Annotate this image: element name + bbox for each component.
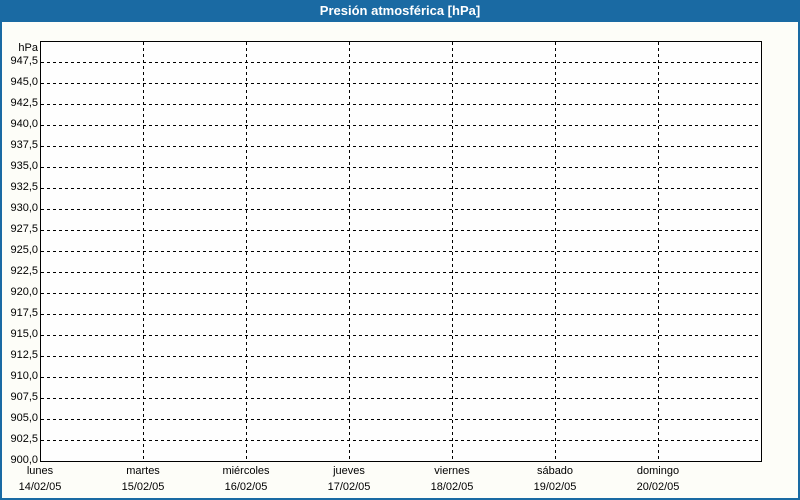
y-tick-label: 937,5 [10, 139, 38, 151]
v-gridline [349, 42, 350, 461]
v-gridline [246, 42, 247, 461]
y-tick-label: 935,0 [10, 160, 38, 172]
h-gridline [41, 125, 761, 126]
y-tick-label: 912,5 [10, 349, 38, 361]
v-gridline [143, 42, 144, 461]
x-day-label: jueves [333, 465, 365, 477]
h-gridline [41, 293, 761, 294]
x-date-label: 15/02/05 [121, 481, 165, 493]
chart-title-bar: Presión atmosférica [hPa] [0, 0, 800, 22]
y-tick-label: 920,0 [10, 286, 38, 298]
x-date-label: 20/02/05 [636, 481, 680, 493]
x-date-label: 18/02/05 [430, 481, 474, 493]
h-gridline [41, 314, 761, 315]
h-gridline [41, 272, 761, 273]
v-gridline [555, 42, 556, 461]
v-gridline [452, 42, 453, 461]
x-day-label: domingo [636, 465, 680, 477]
y-tick-label: 917,5 [10, 307, 38, 319]
y-tick-label: 940,0 [10, 118, 38, 130]
x-day-label: miércoles [222, 465, 270, 477]
y-tick-label: 922,5 [10, 265, 38, 277]
y-tick-label: 945,0 [10, 76, 38, 88]
y-tick-label: 932,5 [10, 181, 38, 193]
y-tick-label: 947,5 [10, 55, 38, 67]
h-gridline [41, 230, 761, 231]
y-tick-label: 907,5 [10, 391, 38, 403]
h-gridline [41, 251, 761, 252]
h-gridline [41, 209, 761, 210]
chart-title: Presión atmosférica [hPa] [319, 3, 481, 18]
y-tick-label: 910,0 [10, 370, 38, 382]
x-date-label: 14/02/05 [18, 481, 62, 493]
x-day-label: sábado [536, 465, 574, 477]
y-tick-label: 942,5 [10, 97, 38, 109]
h-gridline [41, 62, 761, 63]
h-gridline [41, 83, 761, 84]
h-gridline [41, 104, 761, 105]
y-tick-label: 902,5 [10, 433, 38, 445]
h-gridline [41, 356, 761, 357]
v-gridline [658, 42, 659, 461]
app-window: Presión atmosférica [hPa] hPa 947,5 945,0… [0, 0, 800, 500]
h-gridline [41, 440, 761, 441]
h-gridline [41, 419, 761, 420]
x-day-label: lunes [26, 465, 54, 477]
x-day-label: viernes [434, 465, 470, 477]
y-tick-label: 915,0 [10, 328, 38, 340]
x-date-label: 17/02/05 [327, 481, 371, 493]
h-gridline [41, 188, 761, 189]
h-gridline [41, 146, 761, 147]
y-tick-label: 905,0 [10, 412, 38, 424]
h-gridline [41, 377, 761, 378]
y-tick-label: 930,0 [10, 202, 38, 214]
x-date-label: 19/02/05 [533, 481, 577, 493]
y-axis-unit-label: hPa [18, 42, 38, 54]
x-day-label: martes [126, 465, 160, 477]
h-gridline [41, 167, 761, 168]
y-tick-label: 925,0 [10, 244, 38, 256]
y-tick-label: 927,5 [10, 223, 38, 235]
h-gridline [41, 398, 761, 399]
x-date-label: 16/02/05 [224, 481, 268, 493]
chart-canvas: hPa 947,5 945,0 942,5 940,0 937,5 935,0 932,5 9… [2, 22, 798, 498]
h-gridline [41, 335, 761, 336]
